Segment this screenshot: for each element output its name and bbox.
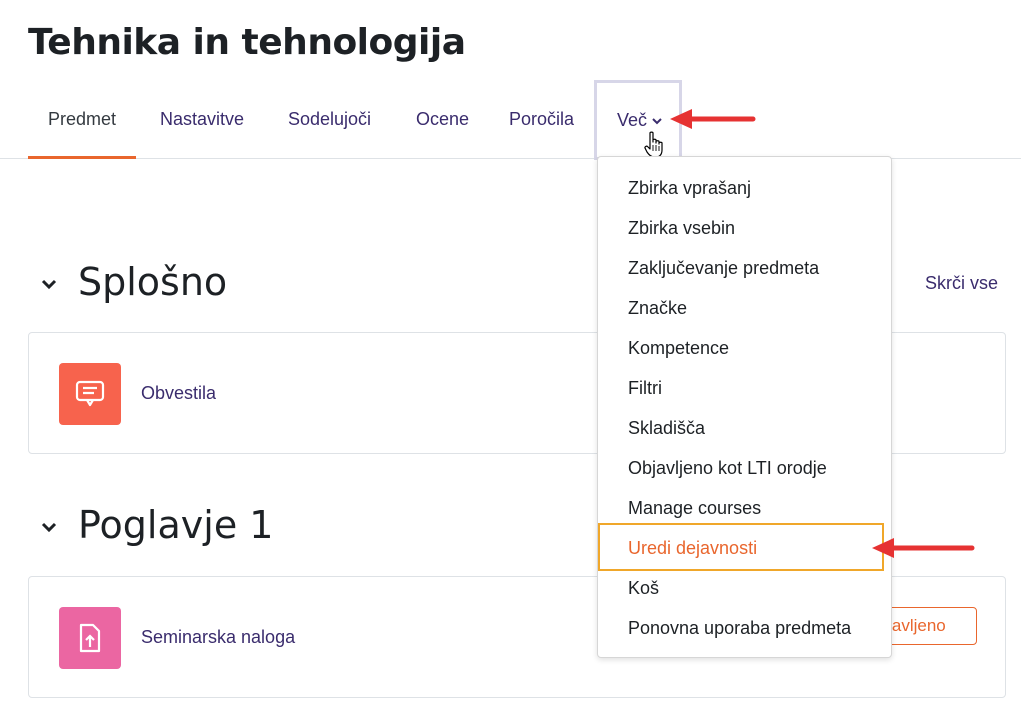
tab-more-label: Več	[617, 110, 648, 130]
menu-item-lti-orodje[interactable]: Objavljeno kot LTI orodje	[628, 458, 827, 479]
activity-link-obvestila[interactable]: Obvestila	[141, 383, 216, 404]
collapse-all-link[interactable]: Skrči vse	[925, 273, 998, 294]
section-collapse-chevron-icon[interactable]	[40, 518, 58, 536]
menu-item-skladisca[interactable]: Skladišča	[628, 418, 705, 439]
more-dropdown-menu: Zbirka vprašanj Zbirka vsebin Zaključeva…	[597, 156, 892, 658]
menu-item-manage-courses[interactable]: Manage courses	[628, 498, 761, 519]
menu-item-kompetence[interactable]: Kompetence	[628, 338, 729, 359]
tab-nastavitve[interactable]: Nastavitve	[160, 78, 244, 158]
menu-item-zbirka-vprasanj[interactable]: Zbirka vprašanj	[628, 178, 751, 199]
menu-item-zbirka-vsebin[interactable]: Zbirka vsebin	[628, 218, 735, 239]
tab-ocene[interactable]: Ocene	[416, 78, 469, 158]
tab-porocila[interactable]: Poročila	[509, 78, 574, 158]
menu-item-ponovna-uporaba[interactable]: Ponovna uporaba predmeta	[628, 618, 851, 639]
highlight-box	[598, 523, 884, 571]
activity-link-seminarska-naloga[interactable]: Seminarska naloga	[141, 627, 295, 648]
chevron-down-icon	[652, 118, 662, 125]
tab-predmet[interactable]: Predmet	[27, 78, 137, 159]
secondary-navigation: Predmet Nastavitve Sodelujoči Ocene Poro…	[0, 78, 1021, 159]
hand-cursor-icon	[644, 131, 663, 158]
annotation-arrow-icon	[872, 538, 975, 558]
forum-announcement-icon	[59, 363, 121, 425]
section-collapse-chevron-icon[interactable]	[40, 275, 58, 293]
page-title: Tehnika in tehnologija	[28, 22, 466, 63]
assignment-upload-icon	[59, 607, 121, 669]
section-title-splosno: Splošno	[78, 260, 228, 304]
menu-item-kos[interactable]: Koš	[628, 578, 659, 599]
tab-sodelujoci[interactable]: Sodelujoči	[288, 78, 371, 158]
section-title-poglavje-1: Poglavje 1	[78, 503, 274, 547]
menu-item-znacke[interactable]: Značke	[628, 298, 687, 319]
menu-item-filtri[interactable]: Filtri	[628, 378, 662, 399]
menu-item-zakljucevanje-predmeta[interactable]: Zaključevanje predmeta	[628, 258, 819, 279]
annotation-arrow-icon	[670, 109, 756, 129]
